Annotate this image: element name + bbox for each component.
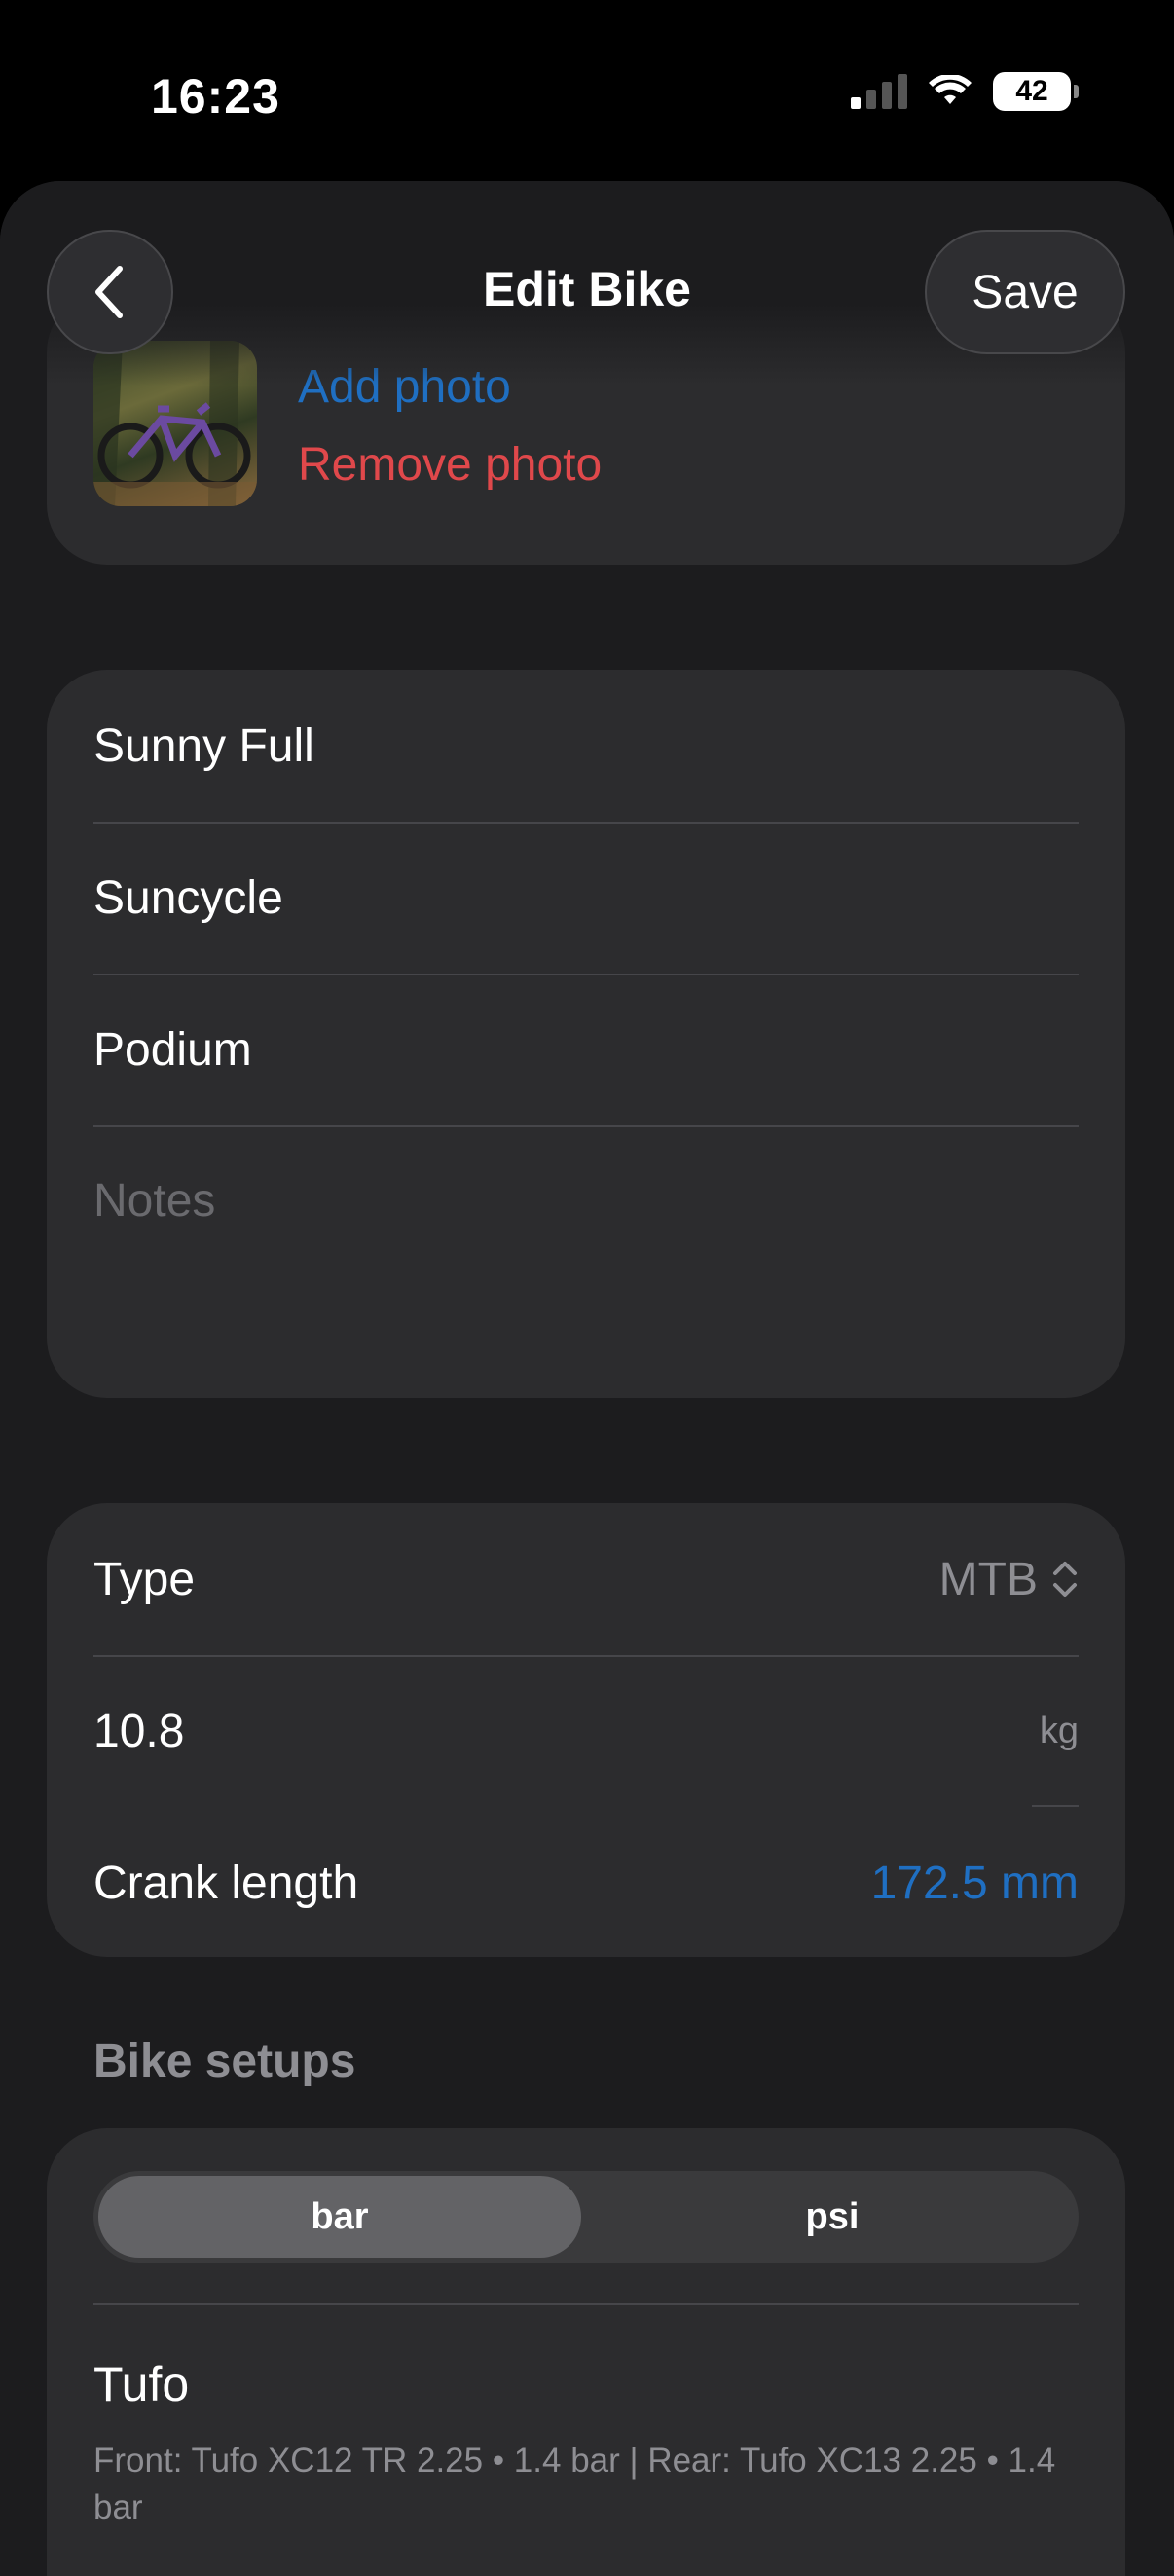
chevron-up-down-icon — [1053, 1562, 1077, 1597]
bike-name-field[interactable]: Sunny Full — [47, 670, 1125, 822]
status-indicators: 42 — [851, 70, 1079, 113]
battery-icon: 42 — [993, 72, 1079, 111]
wifi-icon — [929, 75, 972, 104]
setup-name[interactable]: Tufo — [93, 2356, 189, 2412]
brand-field[interactable]: Suncycle — [47, 822, 1125, 974]
segment-bar[interactable]: bar — [98, 2176, 581, 2258]
type-picker[interactable]: MTB — [939, 1553, 1079, 1606]
bike-setups-header: Bike setups — [93, 2036, 356, 2087]
save-button[interactable]: Save — [925, 230, 1125, 354]
crank-length-label: Crank length — [93, 1857, 359, 1909]
brand-value: Suncycle — [93, 871, 283, 924]
model-value: Podium — [93, 1023, 252, 1076]
type-label: Type — [93, 1553, 196, 1605]
weight-unit: kg — [1039, 1710, 1079, 1751]
model-field[interactable]: Podium — [47, 974, 1125, 1125]
weight-value: 10.8 — [93, 1705, 185, 1757]
type-value: MTB — [938, 1553, 1038, 1605]
cellular-signal-icon — [851, 74, 907, 109]
crank-length-row[interactable]: Crank length 172.5 mm — [47, 1807, 1125, 1959]
bike-details-card: Sunny Full Suncycle Podium Notes — [47, 670, 1125, 1398]
status-bar: 16:23 42 — [0, 0, 1174, 185]
setup-detail: Front: Tufo XC12 TR 2.25 • 1.4 bar | Rea… — [93, 2442, 1056, 2526]
remove-photo-button[interactable]: Remove photo — [298, 426, 602, 504]
specs-card: Type MTB 10.8 kg Crank length 172.5 mm — [47, 1503, 1125, 1957]
divider — [93, 2303, 1079, 2305]
weight-field[interactable]: 10.8 kg — [47, 1655, 1125, 1807]
bike-name-value: Sunny Full — [93, 719, 314, 772]
notes-field[interactable]: Notes — [47, 1125, 1125, 1398]
bike-setups-card: bar psi Tufo Front: Tufo XC12 TR 2.25 • … — [47, 2128, 1125, 2576]
pressure-unit-segmented-control: bar psi — [93, 2171, 1079, 2263]
segment-psi[interactable]: psi — [591, 2176, 1074, 2258]
notes-placeholder: Notes — [93, 1175, 216, 1227]
status-time: 16:23 — [151, 69, 280, 124]
crank-length-value[interactable]: 172.5 mm — [871, 1857, 1079, 1910]
type-row[interactable]: Type MTB — [47, 1503, 1125, 1655]
